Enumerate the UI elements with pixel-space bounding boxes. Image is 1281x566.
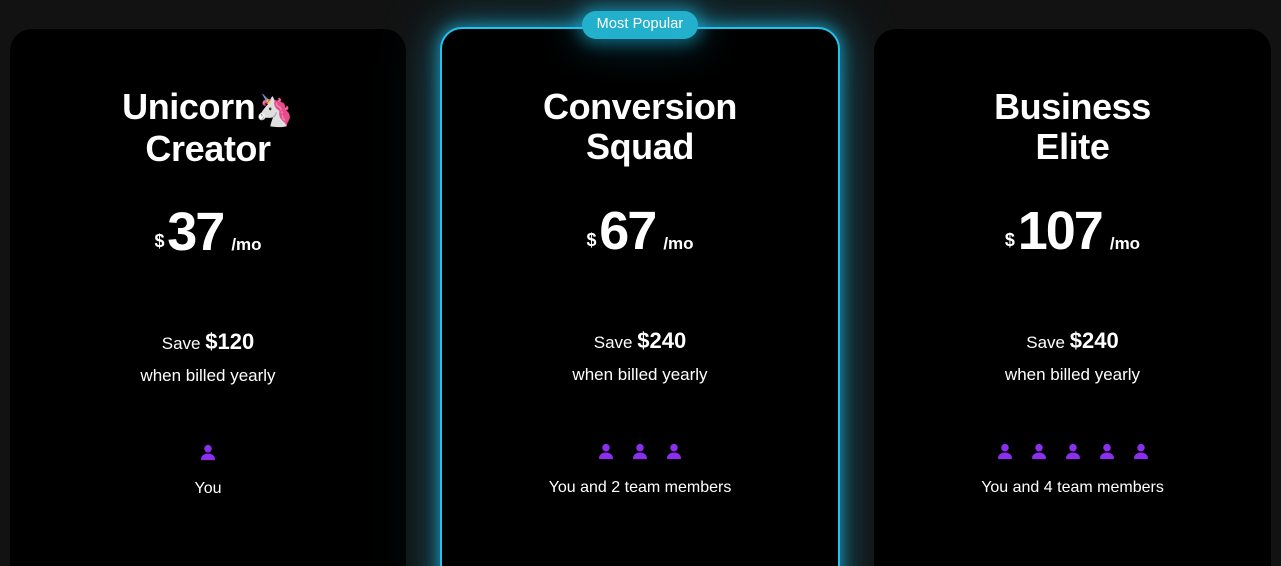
team-seat-icons [981,439,1164,463]
savings-headline: Save $120 [140,325,275,359]
plan-title-line2: Creator [145,127,271,169]
plan-team-unicorn-creator: You [195,440,222,498]
price-currency: $ [586,229,597,250]
person-icon [201,445,215,461]
price-period: /mo [1109,233,1141,253]
plan-team-business-elite: You and 4 team members [981,439,1164,497]
savings-prefix: Save [593,332,633,352]
team-seats-label: You [194,480,222,498]
plan-title-line1: Conversion [542,86,738,127]
plan-savings-unicorn-creator: Save $120 when billed yearly [140,325,275,389]
person-icon [1099,443,1114,460]
person-icon [1065,443,1080,460]
price-currency: $ [1004,229,1015,250]
plan-savings-business-elite: Save $240 when billed yearly [1005,324,1140,388]
team-seats-label: You and 4 team members [981,479,1164,497]
savings-prefix: Save [1026,332,1066,352]
plan-title-conversion-squad: Conversion Squad [542,86,738,168]
person-icon [1133,443,1148,460]
pricing-card-conversion-squad[interactable]: Conversion Squad $ 67 /mo Save $240 when… [440,27,840,566]
savings-headline: Save $240 [1005,324,1140,358]
team-seat-icons [195,440,222,464]
savings-subtext: when billed yearly [140,366,276,386]
plan-title-line1: Business [994,86,1151,127]
person-icon [599,443,613,460]
person-icon [1031,443,1046,460]
plan-title-unicorn-creator: Unicorn🦄 Creator [122,86,294,169]
savings-amount: $240 [1069,327,1119,353]
pricing-card-unicorn-creator[interactable]: Unicorn🦄 Creator $ 37 /mo Save $120 when… [10,29,406,566]
pricing-card-business-elite[interactable]: Business Elite $ 107 /mo Save $240 when … [874,29,1271,566]
price-period: /mo [231,235,262,255]
unicorn-emoji: 🦄 [255,93,294,128]
team-seats-label: You and 2 team members [548,479,732,497]
person-icon [997,443,1012,460]
plan-title-line1: Unicorn [122,86,256,127]
savings-subtext: when billed yearly [1004,364,1141,384]
plan-price-conversion-squad: $ 67 /mo [586,204,693,258]
savings-amount: $120 [205,329,255,355]
savings-amount: $240 [637,327,687,353]
person-icon [633,443,647,460]
savings-headline: Save $240 [572,324,707,358]
person-icon [667,443,681,460]
plan-price-business-elite: $ 107 /mo [1005,204,1140,258]
pricing-plans-grid: Unicorn🦄 Creator $ 37 /mo Save $120 when… [0,0,1281,566]
plan-title-business-elite: Business Elite [994,86,1151,168]
price-amount: 67 [599,200,657,261]
plan-savings-conversion-squad: Save $240 when billed yearly [572,324,707,388]
savings-subtext: when billed yearly [572,364,708,384]
plan-team-conversion-squad: You and 2 team members [548,439,732,497]
price-amount: 37 [167,202,225,263]
price-period: /mo [663,233,694,253]
price-currency: $ [154,231,165,252]
plan-price-unicorn-creator: $ 37 /mo [154,205,261,259]
price-amount: 107 [1017,200,1104,261]
savings-prefix: Save [161,334,201,354]
most-popular-badge: Most Popular [581,11,699,39]
plan-title-line2: Elite [1035,126,1110,168]
team-seat-icons [549,439,732,463]
plan-title-line2: Squad [585,126,694,168]
